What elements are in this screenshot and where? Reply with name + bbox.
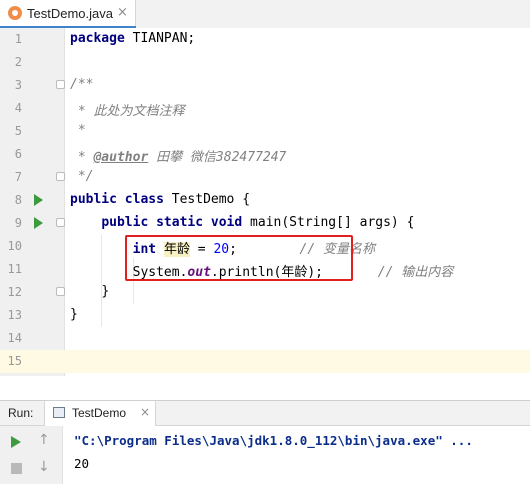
code-line: 7 */	[0, 166, 530, 189]
editor-tab-label: TestDemo.java	[27, 6, 113, 21]
keyword: package	[70, 31, 125, 46]
code-line: 5 *	[0, 120, 530, 143]
fold-icon[interactable]	[56, 172, 65, 181]
console-output: 20	[74, 456, 90, 471]
code-text: public static void main(String[] args) {	[70, 215, 414, 230]
code-text: }	[70, 307, 78, 322]
code-line: 4 * 此处为文档注释	[0, 97, 530, 120]
line-comment: // 输出内容	[377, 265, 454, 280]
close-icon[interactable]: ×	[140, 405, 150, 419]
scroll-up-icon[interactable]: ↑	[38, 432, 50, 448]
run-console[interactable]: ↑ ↓ "C:\Program Files\Java\jdk1.8.0_112\…	[0, 426, 530, 484]
code-line: 1 package TIANPAN;	[0, 28, 530, 51]
code-token: main(String[] args) {	[242, 215, 415, 230]
javadoc-tag: @author	[93, 150, 149, 165]
line-number: 9	[14, 216, 22, 230]
rerun-icon[interactable]	[11, 436, 21, 448]
run-tab-label: TestDemo	[72, 406, 127, 420]
line-number: 14	[7, 331, 22, 345]
code-line: 14	[0, 327, 530, 350]
fold-icon[interactable]	[56, 218, 65, 227]
code-line: 6 * @author 田攀 微信382477247	[0, 143, 530, 166]
editor-tab-bar: TestDemo.java ×	[0, 0, 530, 29]
current-code-line: 15	[0, 350, 530, 373]
code-token: TestDemo {	[163, 192, 251, 207]
line-number: 1	[14, 32, 22, 46]
line-number: 6	[14, 147, 22, 161]
console-toolbar: ↑ ↓	[0, 426, 63, 484]
line-number: 2	[14, 55, 22, 69]
close-icon[interactable]: ×	[117, 5, 128, 20]
doc-comment: * 此处为文档注释	[70, 104, 185, 119]
code-token: *	[70, 150, 94, 165]
code-text: package TIANPAN;	[70, 31, 195, 46]
line-number: 10	[7, 239, 22, 253]
code-line: 9 public static void main(String[] args)…	[0, 212, 530, 235]
run-panel-label: Run:	[8, 406, 34, 420]
doc-comment: * @author 田攀 微信382477247	[70, 146, 287, 165]
code-token: TIANPAN;	[124, 31, 196, 46]
line-number: 12	[7, 285, 22, 299]
code-token: 田攀 微信382477247	[148, 150, 287, 165]
editor-tab-testdemo[interactable]: TestDemo.java ×	[0, 0, 136, 29]
line-number: 7	[14, 170, 22, 184]
line-number: 13	[7, 308, 22, 322]
run-tab-testdemo[interactable]: TestDemo ×	[44, 401, 156, 426]
code-line: 8 public class TestDemo {	[0, 189, 530, 212]
scroll-down-icon[interactable]: ↓	[38, 459, 50, 475]
code-line: 12 }	[0, 281, 530, 304]
line-number: 8	[14, 193, 22, 207]
console-icon	[53, 407, 65, 418]
keyword: static	[156, 215, 204, 230]
keyword: class	[124, 192, 164, 207]
keyword: public	[101, 215, 149, 230]
run-icon[interactable]	[34, 194, 43, 206]
line-number: 15	[7, 354, 22, 368]
code-text: public class TestDemo {	[70, 192, 250, 207]
line-number: 3	[14, 78, 22, 92]
code-text: }	[70, 284, 109, 299]
doc-comment: /**	[70, 77, 94, 92]
fold-icon[interactable]	[56, 287, 65, 296]
code-editor[interactable]: 1 package TIANPAN; 2 3 /** 4 * 此处为文档注释 5…	[0, 28, 530, 376]
line-number: 4	[14, 101, 22, 115]
keyword: public	[70, 192, 117, 207]
keyword: void	[210, 215, 243, 230]
java-class-icon	[8, 6, 22, 20]
highlight-box	[125, 235, 353, 281]
line-number: 11	[7, 262, 22, 276]
line-number: 5	[14, 124, 22, 138]
doc-comment: */	[70, 169, 94, 184]
stop-icon[interactable]	[11, 463, 22, 474]
code-line: 3 /**	[0, 74, 530, 97]
code-line: 2	[0, 51, 530, 74]
run-icon[interactable]	[34, 217, 43, 229]
doc-comment: *	[70, 123, 86, 138]
code-line: 13 }	[0, 304, 530, 327]
console-command-line: "C:\Program Files\Java\jdk1.8.0_112\bin\…	[74, 433, 473, 448]
code-token: }	[101, 284, 110, 299]
run-panel-header: Run: TestDemo ×	[0, 400, 530, 426]
fold-icon[interactable]	[56, 80, 65, 89]
